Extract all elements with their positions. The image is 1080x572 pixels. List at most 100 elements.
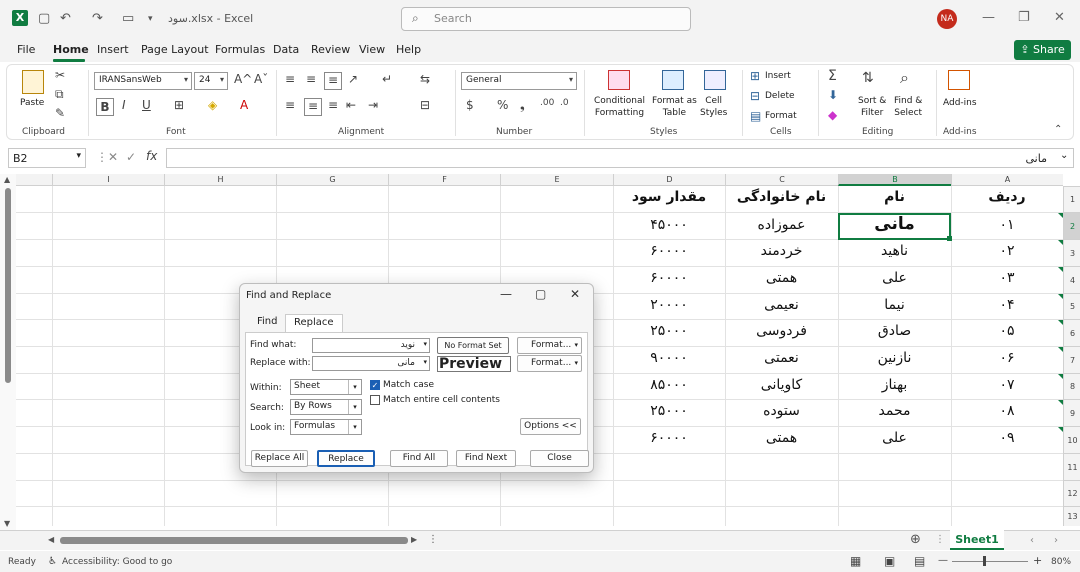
delete-cells-icon[interactable]: ⊟ bbox=[750, 89, 760, 103]
minimize-icon[interactable]: — bbox=[982, 10, 995, 25]
cell-d6[interactable]: ۲۵۰۰۰ bbox=[613, 323, 725, 339]
cut-icon[interactable]: ✂ bbox=[55, 68, 65, 82]
font-color-icon[interactable]: A bbox=[240, 98, 248, 112]
increase-decimal-icon[interactable]: .00 bbox=[540, 98, 554, 108]
cell-b3[interactable]: ناهید bbox=[838, 243, 951, 259]
row-header[interactable]: 13 bbox=[1064, 506, 1080, 526]
options-button[interactable]: Options << bbox=[520, 418, 581, 435]
customize-toolbar-icon[interactable]: ▾ bbox=[148, 14, 153, 24]
increase-indent-icon[interactable]: ⇥ bbox=[368, 98, 378, 112]
decrease-indent-icon[interactable]: ⇤ bbox=[346, 98, 356, 112]
row-header[interactable]: 5 bbox=[1064, 293, 1080, 319]
column-header-f[interactable]: F bbox=[388, 174, 500, 186]
column-header-d[interactable]: D bbox=[613, 174, 725, 186]
collapse-ribbon-icon[interactable]: ⌃ bbox=[1054, 124, 1062, 135]
format-cells-button[interactable]: Format bbox=[765, 110, 797, 122]
scroll-left-icon[interactable]: ◀ bbox=[48, 535, 54, 544]
cell-d3[interactable]: ۶۰۰۰۰ bbox=[613, 243, 725, 259]
align-top-icon[interactable]: ≡ bbox=[285, 72, 295, 86]
cell-b8[interactable]: بهناز bbox=[838, 377, 951, 393]
cell-a6[interactable]: ۰۵ bbox=[951, 323, 1063, 339]
cell-styles-button[interactable]: Cell Styles bbox=[700, 95, 727, 119]
maximize-icon[interactable]: ❐ bbox=[1018, 10, 1030, 25]
cell-a5[interactable]: ۰۴ bbox=[951, 297, 1063, 313]
bold-icon[interactable]: B bbox=[96, 98, 114, 116]
redo-icon[interactable]: ↷ bbox=[92, 11, 103, 26]
find-format-button[interactable]: Format... ▾ bbox=[517, 337, 582, 354]
replace-format-button[interactable]: Format... ▾ bbox=[517, 355, 582, 372]
cell-header-a[interactable]: ردیف bbox=[951, 189, 1063, 205]
align-bottom-icon[interactable]: ≡ bbox=[324, 72, 342, 90]
number-format-select[interactable]: General ▾ bbox=[461, 72, 577, 90]
tab-find[interactable]: Find bbox=[249, 314, 286, 332]
prev-sheet-icon[interactable]: ‹ bbox=[1030, 535, 1034, 546]
share-button[interactable]: ⇪ Share bbox=[1014, 40, 1071, 60]
orientation-icon[interactable]: ↗ bbox=[348, 72, 358, 86]
format-cells-icon[interactable]: ▤ bbox=[750, 109, 761, 123]
cell-c6[interactable]: فردوسی bbox=[725, 323, 838, 339]
borders-icon[interactable]: ⊞ bbox=[174, 98, 184, 112]
cell-c2[interactable]: عموزاده bbox=[725, 217, 838, 233]
row-header[interactable]: 8 bbox=[1064, 373, 1080, 399]
column-header-a[interactable]: A bbox=[951, 174, 1063, 186]
add-sheet-icon[interactable]: ⊕ bbox=[910, 532, 921, 547]
add-ins-button[interactable]: Add-ins bbox=[943, 97, 977, 109]
align-middle-icon[interactable]: ≡ bbox=[306, 72, 316, 86]
format-as-table-button[interactable]: Format as Table bbox=[652, 95, 697, 119]
font-size-select[interactable]: 24 ▾ bbox=[194, 72, 228, 90]
replace-button[interactable]: Replace bbox=[317, 450, 375, 467]
replace-all-button[interactable]: Replace All bbox=[251, 450, 308, 467]
row-header[interactable]: 9 bbox=[1064, 399, 1080, 426]
zoom-level[interactable]: 80% bbox=[1051, 557, 1071, 567]
match-case-checkbox[interactable]: ✓ bbox=[370, 380, 380, 390]
find-select-button[interactable]: Find & Select bbox=[894, 95, 922, 119]
cell-b6[interactable]: صادق bbox=[838, 323, 951, 339]
sheet-tab[interactable]: Sheet1 bbox=[950, 530, 1004, 550]
dialog-maximize-icon[interactable]: ▢ bbox=[535, 287, 546, 301]
cell-c4[interactable]: همتی bbox=[725, 270, 838, 286]
row-header[interactable]: 2 bbox=[1064, 212, 1080, 239]
cell-d8[interactable]: ۸۵۰۰۰ bbox=[613, 377, 725, 393]
horizontal-scroll-thumb[interactable] bbox=[60, 537, 408, 544]
next-sheet-icon[interactable]: › bbox=[1054, 535, 1058, 546]
align-right-icon[interactable]: ≡ bbox=[328, 98, 338, 112]
format-painter-icon[interactable]: ✎ bbox=[55, 106, 65, 120]
cell-d4[interactable]: ۶۰۰۰۰ bbox=[613, 270, 725, 286]
cell-d2[interactable]: ۴۵۰۰۰ bbox=[613, 217, 725, 233]
expand-formula-icon[interactable]: ⌄ bbox=[1060, 150, 1068, 161]
menu-view[interactable]: View bbox=[359, 43, 385, 56]
within-select[interactable]: Sheet ▾ bbox=[290, 379, 362, 395]
enter-icon[interactable]: ✓ bbox=[126, 150, 136, 164]
row-header[interactable]: 1 bbox=[1064, 186, 1080, 212]
zoom-in-icon[interactable]: + bbox=[1033, 554, 1042, 567]
zoom-slider[interactable] bbox=[952, 561, 1028, 562]
sort-filter-icon[interactable]: ⇅ bbox=[862, 70, 874, 86]
cell-c10[interactable]: همتی bbox=[725, 430, 838, 446]
menu-file[interactable]: File bbox=[17, 43, 35, 56]
match-entire-checkbox[interactable] bbox=[370, 395, 380, 405]
dialog-close-icon[interactable]: ✕ bbox=[570, 287, 580, 301]
comma-icon[interactable]: ❟ bbox=[520, 98, 525, 113]
cell-a4[interactable]: ۰۳ bbox=[951, 270, 1063, 286]
fill-icon[interactable]: ⬇ bbox=[828, 88, 838, 102]
find-next-button[interactable]: Find Next bbox=[456, 450, 516, 467]
italic-icon[interactable]: I bbox=[122, 98, 126, 112]
add-ins-icon[interactable] bbox=[948, 70, 970, 90]
cell-a3[interactable]: ۰۲ bbox=[951, 243, 1063, 259]
merge-center-icon[interactable]: ⊟ bbox=[420, 98, 430, 112]
undo-icon[interactable]: ↶ bbox=[60, 11, 71, 26]
more-sheets-icon[interactable]: ⋮ bbox=[935, 534, 945, 545]
zoom-out-icon[interactable]: — bbox=[938, 555, 948, 566]
tab-replace[interactable]: Replace bbox=[285, 314, 343, 332]
cell-a9[interactable]: ۰۸ bbox=[951, 403, 1063, 419]
insert-cells-icon[interactable]: ⊞ bbox=[750, 69, 760, 83]
insert-cells-button[interactable]: Insert bbox=[765, 70, 791, 82]
column-header-b[interactable]: B bbox=[838, 174, 951, 186]
cell-c8[interactable]: کاویانی bbox=[725, 377, 838, 393]
paste-icon[interactable] bbox=[22, 70, 44, 94]
search-select[interactable]: By Rows ▾ bbox=[290, 399, 362, 415]
cancel-icon[interactable]: ✕ bbox=[108, 150, 118, 164]
cell-styles-icon[interactable] bbox=[704, 70, 726, 90]
autosum-icon[interactable]: Σ bbox=[828, 68, 837, 84]
normal-view-icon[interactable]: ▦ bbox=[850, 554, 861, 568]
